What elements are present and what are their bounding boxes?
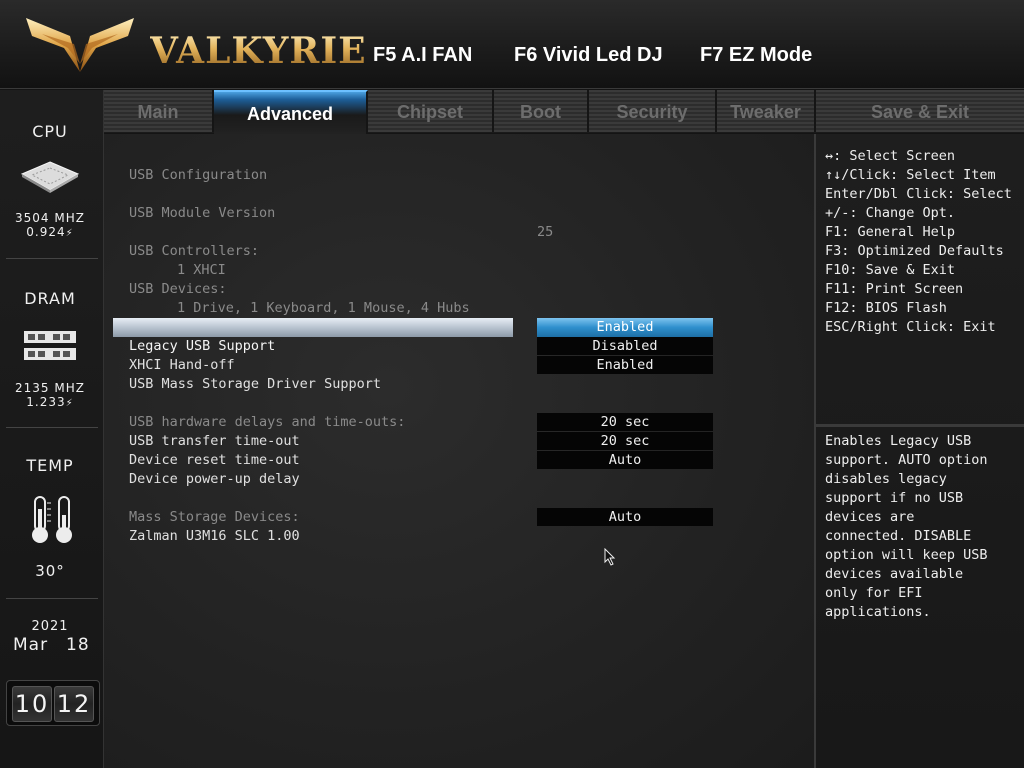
help-key-line: F1: General Help (825, 224, 956, 240)
delays-label-row: USB hardware delays and time-outs: (104, 394, 405, 430)
help-description-line: Enables Legacy USB (825, 433, 972, 449)
help-key-line: ESC/Right Click: Exit (825, 319, 996, 335)
tab-tweaker[interactable]: Tweaker (717, 90, 816, 132)
setting-label: USB Mass Storage Driver Support (129, 376, 381, 392)
controllers-value-row: 1 XHCI (104, 242, 226, 278)
setting-usb-mass-storage-driver[interactable]: USB Mass Storage Driver Support Enabled (104, 356, 804, 392)
help-description-line: devices available (825, 566, 964, 582)
clock-hour: 10 (12, 686, 52, 722)
xhci-hand-off-value[interactable]: Disabled (537, 337, 713, 355)
help-description-line: devices are (825, 509, 915, 525)
setting-device-power-up-delay[interactable]: Device power-up delay Auto (104, 451, 804, 487)
help-description-line: disables legacy (825, 471, 947, 487)
help-description-line: support if no USB (825, 490, 964, 506)
controllers-label-row: USB Controllers: (104, 223, 259, 259)
tab-chipset[interactable]: Chipset (368, 90, 494, 132)
help-key-line: F3: Optimized Defaults (825, 243, 1004, 259)
lightning-icon: ⚡ (65, 398, 74, 409)
mouse-pointer-icon (604, 548, 616, 566)
help-key-line: ↑↓/Click: Select Item (825, 167, 996, 183)
sidebar-divider (6, 258, 98, 259)
module-version-value: 25 (537, 224, 554, 240)
device-reset-timeout-value[interactable]: 20 sec (537, 432, 713, 450)
cpu-voltage-row: 0.924⚡ (0, 225, 100, 241)
valkyrie-wings-logo (26, 18, 134, 72)
mass-storage-driver-value[interactable]: Enabled (537, 356, 713, 374)
help-key-line: +/-: Change Opt. (825, 205, 956, 221)
mass-storage-device-value[interactable]: Auto (537, 508, 713, 526)
date-year: 2021 (31, 619, 69, 634)
date-month: Mar (13, 635, 49, 655)
brand-name: VALKYRIE (150, 30, 367, 72)
tab-advanced[interactable]: Advanced (214, 90, 368, 134)
setting-label: Zalman U3M16 SLC 1.00 (129, 528, 300, 544)
help-panel: ↔: Select Screen ↑↓/Click: Select Item E… (816, 134, 1024, 768)
cpu-voltage: 0.924 (26, 225, 66, 239)
help-description-line: support. AUTO option (825, 452, 988, 468)
setting-device-reset-timeout[interactable]: Device reset time-out 20 sec (104, 432, 804, 468)
cpu-label: CPU (32, 122, 68, 141)
thermometer-icon (32, 496, 72, 543)
tab-security[interactable]: Security (589, 90, 717, 132)
settings-panel: USB Configuration USB Module Version 25 … (104, 134, 816, 768)
tab-save-exit[interactable]: Save & Exit (816, 90, 1024, 132)
header-bar: VALKYRIE F5 A.I FAN F6 Vivid Led DJ F7 E… (0, 0, 1024, 89)
clock-minute: 12 (54, 686, 94, 722)
tab-main[interactable]: Main (104, 90, 214, 132)
help-description-line: only for EFI (825, 585, 923, 601)
hotkey-ez-mode[interactable]: F7 EZ Mode (700, 44, 812, 67)
devices-value-row: 1 Drive, 1 Keyboard, 1 Mouse, 4 Hubs (104, 280, 470, 316)
cpu-chip-icon (20, 161, 80, 193)
cpu-frequency: 3504 MHZ (15, 211, 85, 225)
hotkey-vivid-led-dj[interactable]: F6 Vivid Led DJ (514, 44, 663, 67)
device-power-up-delay-value[interactable]: Auto (537, 451, 713, 469)
setting-mass-storage-device[interactable]: Zalman U3M16 SLC 1.00 Auto (104, 508, 804, 544)
sidebar-divider (6, 427, 98, 428)
sidebar-divider (6, 598, 98, 599)
section-title-row: USB Configuration (104, 147, 267, 183)
help-divider (816, 424, 1024, 427)
lightning-icon: ⚡ (65, 228, 74, 239)
setting-xhci-hand-off[interactable]: XHCI Hand-off Disabled (104, 337, 804, 373)
module-version-row: USB Module Version 25 (104, 185, 804, 240)
flip-clock: 10 12 (6, 680, 100, 726)
status-sidebar: CPU 3504 MHZ 0.924⚡ DRAM 2135 MHZ 1.233⚡… (0, 90, 104, 768)
date-day: 18 (66, 635, 90, 655)
legacy-usb-support-value[interactable]: Enabled (537, 318, 713, 337)
dram-label: DRAM (24, 289, 76, 308)
dram-voltage-row: 1.233⚡ (0, 395, 100, 411)
hotkey-ai-fan[interactable]: F5 A.I FAN (373, 44, 472, 67)
dram-frequency: 2135 MHZ (15, 381, 85, 395)
help-description-line: option will keep USB (825, 547, 988, 563)
setting-label: Device power-up delay (129, 471, 300, 487)
help-description-line: applications. (825, 604, 931, 620)
help-key-line: Enter/Dbl Click: Select (825, 186, 1012, 202)
help-key-line: F11: Print Screen (825, 281, 964, 297)
controllers-label: USB Controllers: (129, 243, 260, 259)
devices-label: USB Devices: (129, 281, 227, 297)
devices-value: 1 Drive, 1 Keyboard, 1 Mouse, 4 Hubs (177, 300, 470, 316)
usb-transfer-timeout-value[interactable]: 20 sec (537, 413, 713, 431)
mass-storage-label-row: Mass Storage Devices: (104, 489, 300, 525)
temperature-value: 30° (35, 562, 65, 580)
controllers-value: 1 XHCI (177, 262, 226, 278)
help-key-line: F10: Save & Exit (825, 262, 956, 278)
module-version-label: USB Module Version (129, 205, 276, 221)
dram-voltage: 1.233 (26, 395, 66, 409)
tab-bar: Main Advanced Chipset Boot Security Twea… (104, 90, 1024, 134)
temp-label: TEMP (26, 456, 74, 475)
help-key-line: F12: BIOS Flash (825, 300, 947, 316)
dram-module-icon (24, 331, 76, 360)
help-description-line: connected. DISABLE (825, 528, 972, 544)
setting-usb-transfer-timeout[interactable]: USB transfer time-out 20 sec (104, 413, 804, 449)
devices-label-row: USB Devices: (104, 261, 227, 297)
section-title: USB Configuration (129, 167, 268, 183)
tab-boot[interactable]: Boot (494, 90, 589, 132)
help-key-line: ↔: Select Screen (825, 148, 956, 164)
